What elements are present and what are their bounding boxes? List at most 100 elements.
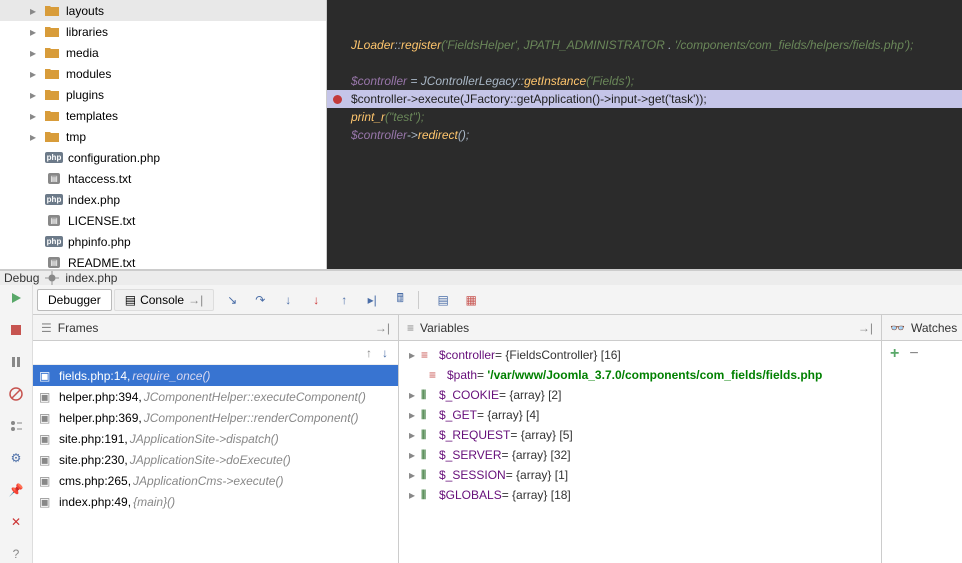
frame-file: cms.php:265, <box>59 474 131 488</box>
step-into-button[interactable]: ↓ <box>278 290 298 310</box>
layout-button[interactable]: ▦ <box>461 290 481 310</box>
folder-icon <box>44 130 60 144</box>
variables-list[interactable]: ▸≡$controller = {FieldsController} [16]≡… <box>399 341 881 563</box>
tree-label: README.txt <box>68 256 135 270</box>
variable-row[interactable]: ▸⦀$_COOKIE = {array} [2] <box>399 385 881 405</box>
view-breakpoints-button[interactable] <box>7 417 25 435</box>
tree-folder[interactable]: ▸ libraries <box>0 21 326 42</box>
breakpoint-dot-icon[interactable] <box>333 95 342 104</box>
breakpoint-line[interactable]: $controller->execute(JFactory::getApplic… <box>327 90 962 108</box>
variable-row[interactable]: ▸⦀$GLOBALS = {array} [18] <box>399 485 881 505</box>
project-tree[interactable]: ▸layouts▸libraries▸media▸modules▸plugins… <box>0 0 327 269</box>
step-over-button[interactable]: ↷ <box>250 290 270 310</box>
variable-name: $_SESSION <box>439 468 506 482</box>
chevron-right-icon[interactable]: ▸ <box>409 488 421 502</box>
frame-row[interactable]: ▣helper.php:394, JComponentHelper::execu… <box>33 386 398 407</box>
frame-file: site.php:230, <box>59 453 128 467</box>
php-file-icon: php <box>45 152 64 163</box>
stop-button[interactable] <box>7 321 25 339</box>
chevron-right-icon[interactable]: ▸ <box>409 468 421 482</box>
chevron-right-icon[interactable]: ▸ <box>30 25 42 39</box>
tree-folder[interactable]: ▸plugins <box>0 84 326 105</box>
chevron-right-icon[interactable]: ▸ <box>409 448 421 462</box>
tree-folder[interactable]: ▸media <box>0 42 326 63</box>
add-watch-button[interactable]: + <box>890 345 899 363</box>
code-token: (); <box>458 128 469 142</box>
tree-folder[interactable]: ▸ modules <box>0 63 326 84</box>
frame-row[interactable]: ▣helper.php:369, JComponentHelper::rende… <box>33 407 398 428</box>
chevron-right-icon[interactable]: ▸ <box>409 408 421 422</box>
run-to-cursor-button[interactable]: ▸| <box>362 290 382 310</box>
variable-row[interactable]: ▸⦀$_REQUEST = {array} [5] <box>399 425 881 445</box>
minimize-icon[interactable]: →| <box>858 321 873 335</box>
remove-watch-button[interactable]: − <box>909 345 918 363</box>
debug-file-label: index.php <box>65 271 117 285</box>
file-icon-wrap: ▤ <box>46 172 62 186</box>
frame-icon: ▣ <box>39 432 55 446</box>
frames-list[interactable]: ▣fields.php:14, require_once()▣helper.ph… <box>33 365 398 563</box>
code-token: redirect <box>418 128 458 142</box>
tree-file[interactable]: phpconfiguration.php <box>0 147 326 168</box>
code-token: getInstance <box>524 74 586 88</box>
toggle-button[interactable]: ▤ <box>433 290 453 310</box>
chevron-right-icon[interactable]: ▸ <box>30 46 42 60</box>
variable-row[interactable]: ▸⦀$_GET = {array} [4] <box>399 405 881 425</box>
nav-down-button[interactable]: ↓ <box>382 346 388 360</box>
show-execution-point-button[interactable]: ↘ <box>222 290 242 310</box>
help-button[interactable]: ? <box>7 545 25 563</box>
pause-button[interactable] <box>7 353 25 371</box>
debug-gutter: ⚙ 📌 ✕ ? <box>0 285 33 563</box>
force-step-into-button[interactable]: ↓ <box>306 290 326 310</box>
variable-value: = {array} [32] <box>501 448 570 462</box>
chevron-right-icon[interactable]: ▸ <box>409 348 421 362</box>
chevron-right-icon[interactable]: ▸ <box>30 4 42 18</box>
frame-file: helper.php:369, <box>59 411 142 425</box>
text-file-icon: ▤ <box>48 173 60 184</box>
code-editor[interactable]: JLoader::register('FieldsHelper', JPATH_… <box>327 0 962 269</box>
step-out-button[interactable]: ↑ <box>334 290 354 310</box>
file-icon-wrap: ▤ <box>46 214 62 228</box>
tree-label: libraries <box>66 25 108 39</box>
variable-type-icon: ⦀ <box>421 428 437 443</box>
tree-file[interactable]: phpindex.php <box>0 189 326 210</box>
frame-row[interactable]: ▣index.php:49, {main}() <box>33 491 398 512</box>
tree-label: modules <box>66 67 111 81</box>
chevron-right-icon[interactable]: ▸ <box>409 388 421 402</box>
frame-row[interactable]: ▣fields.php:14, require_once() <box>33 365 398 386</box>
variable-row[interactable]: ≡$path = '/var/www/Joomla_3.7.0/componen… <box>399 365 881 385</box>
chevron-right-icon[interactable]: ▸ <box>30 130 42 144</box>
tree-folder[interactable]: ▸layouts <box>0 0 326 21</box>
mute-breakpoints-button[interactable] <box>7 385 25 403</box>
pin-button[interactable]: 📌 <box>7 481 25 499</box>
resume-button[interactable] <box>7 289 25 307</box>
evaluate-button[interactable]: 🖩 <box>390 290 410 310</box>
tree-folder[interactable]: ▸ tmp <box>0 126 326 147</box>
tree-label: tmp <box>66 130 86 144</box>
variable-row[interactable]: ▸≡$controller = {FieldsController} [16] <box>399 345 881 365</box>
tree-file[interactable]: ▤LICENSE.txt <box>0 210 326 231</box>
variable-type-icon: ≡ <box>429 368 445 382</box>
frame-row[interactable]: ▣cms.php:265, JApplicationCms->execute() <box>33 470 398 491</box>
file-icon-wrap: php <box>46 151 62 165</box>
chevron-right-icon[interactable]: ▸ <box>30 67 42 81</box>
settings-button[interactable]: ⚙ <box>7 449 25 467</box>
tree-folder[interactable]: ▸templates <box>0 105 326 126</box>
nav-up-button[interactable]: ↑ <box>366 346 372 360</box>
close-button[interactable]: ✕ <box>7 513 25 531</box>
frame-row[interactable]: ▣site.php:230, JApplicationSite->doExecu… <box>33 449 398 470</box>
text-file-icon: ▤ <box>48 215 60 226</box>
tree-file[interactable]: ▤htaccess.txt <box>0 168 326 189</box>
tab-debugger[interactable]: Debugger <box>37 289 112 311</box>
frame-file: index.php:49, <box>59 495 131 509</box>
minimize-icon[interactable]: →| <box>375 321 390 335</box>
code-token: $controller->execute(JFactory::getApplic… <box>351 92 707 106</box>
frame-row[interactable]: ▣site.php:191, JApplicationSite->dispatc… <box>33 428 398 449</box>
variable-row[interactable]: ▸⦀$_SERVER = {array} [32] <box>399 445 881 465</box>
chevron-right-icon[interactable]: ▸ <box>409 428 421 442</box>
chevron-right-icon[interactable]: ▸ <box>30 88 42 102</box>
tab-console[interactable]: ▤Console→| <box>114 289 215 311</box>
chevron-right-icon[interactable]: ▸ <box>30 109 42 123</box>
variable-row[interactable]: ▸⦀$_SESSION = {array} [1] <box>399 465 881 485</box>
tree-file[interactable]: ▤README.txt <box>0 252 326 269</box>
tree-file[interactable]: phpphpinfo.php <box>0 231 326 252</box>
